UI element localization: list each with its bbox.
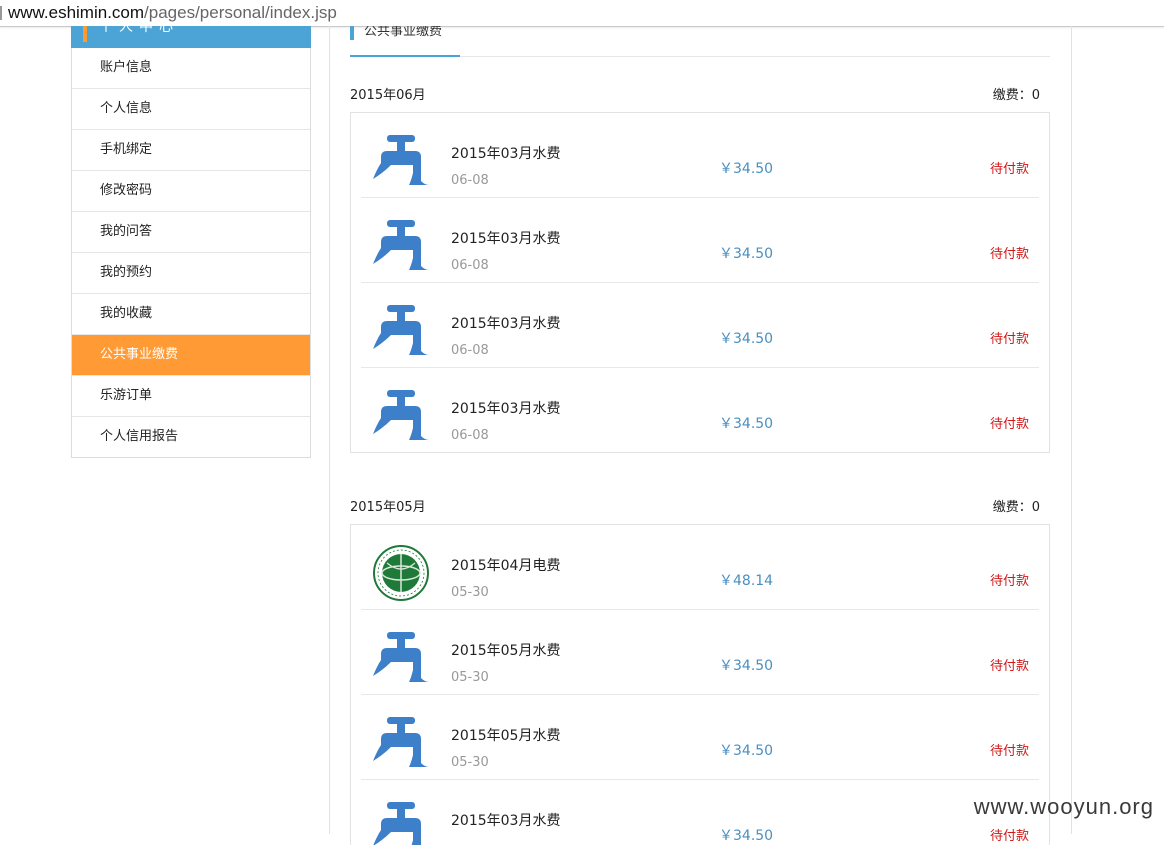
bill-row[interactable]: 2015年05月水费 05-30 ￥34.50 待付款: [361, 695, 1039, 780]
sidebar-item-my-qa[interactable]: 我的问答: [72, 211, 310, 252]
tab-utility-payment[interactable]: 公共事业缴费: [350, 26, 460, 57]
bill-amount: ￥34.50: [719, 331, 774, 347]
sidebar: 个人中心 账户信息 个人信息 手机绑定 修改密码 我的问答 我的预约 我的收藏 …: [71, 26, 311, 458]
bill-title: 2015年05月水费: [451, 643, 561, 659]
bill-status-pending[interactable]: 待付款: [990, 740, 1029, 759]
watermark: www.wooyun.org: [973, 794, 1154, 819]
sidebar-item-change-password[interactable]: 修改密码: [72, 170, 310, 211]
month-bill-list: 2015年04月电费 05-30 ￥48.14 待付款 2015年05月水费 0…: [350, 524, 1050, 845]
month-header: 2015年06月 缴费：0: [350, 84, 1040, 104]
bill-amount: ￥34.50: [719, 416, 774, 432]
water-tap-icon: [373, 390, 429, 440]
sidebar-item-utility-payment[interactable]: 公共事业缴费: [72, 334, 310, 375]
bill-date: 05-30: [451, 585, 489, 600]
bill-title: 2015年03月水费: [451, 316, 561, 332]
bill-status-pending[interactable]: 待付款: [990, 328, 1029, 347]
water-tap-icon: [373, 802, 421, 845]
sidebar-item-my-favorites[interactable]: 我的收藏: [72, 293, 310, 334]
sidebar-header-title: 个人中心: [99, 26, 179, 35]
tab-indicator: [350, 26, 354, 40]
bill-row[interactable]: 2015年03月水费 ￥34.50 待付款: [361, 780, 1039, 845]
sidebar-header: 个人中心: [71, 26, 311, 48]
bill-date: 06-08: [451, 173, 489, 188]
sidebar-item-my-appointments[interactable]: 我的预约: [72, 252, 310, 293]
month-payment-count: 缴费：0: [992, 88, 1040, 103]
browser-url-bar[interactable]: www.eshimin.com/pages/personal/index.jsp: [0, 0, 1164, 27]
main-panel: 公共事业缴费 2015年06月 缴费：0 2015年03月水费 06-08 ￥3…: [329, 26, 1072, 845]
state-grid-logo-icon: [373, 545, 429, 601]
sidebar-item-account-info[interactable]: 账户信息: [72, 48, 310, 88]
bill-row[interactable]: 2015年03月水费 06-08 ￥34.50 待付款: [361, 283, 1039, 368]
month-label: 2015年06月: [350, 88, 426, 103]
bill-amount: ￥34.50: [719, 658, 774, 674]
water-tap-icon: [373, 305, 429, 355]
bill-date: 05-30: [451, 670, 489, 685]
sidebar-item-phone-binding[interactable]: 手机绑定: [72, 129, 310, 170]
water-tap-icon: [373, 135, 429, 185]
url-text[interactable]: www.eshimin.com/pages/personal/index.jsp: [8, 0, 337, 26]
bill-date: 06-08: [451, 258, 489, 273]
bill-date: 06-08: [451, 428, 489, 443]
bill-status-pending[interactable]: 待付款: [990, 570, 1029, 589]
bill-title: 2015年03月水费: [451, 401, 561, 417]
bill-amount: ￥48.14: [719, 573, 774, 589]
bill-row[interactable]: 2015年04月电费 05-30 ￥48.14 待付款: [361, 525, 1039, 610]
bill-title: 2015年04月电费: [451, 558, 561, 574]
month-payment-count: 缴费：0: [992, 500, 1040, 515]
bill-title: 2015年05月水费: [451, 728, 561, 744]
sidebar-menu: 账户信息 个人信息 手机绑定 修改密码 我的问答 我的预约 我的收藏 公共事业缴…: [71, 48, 311, 458]
month-header: 2015年05月 缴费：0: [350, 496, 1040, 516]
bill-row[interactable]: 2015年03月水费 06-08 ￥34.50 待付款: [361, 368, 1039, 452]
sidebar-item-credit-report[interactable]: 个人信用报告: [72, 416, 310, 457]
url-host: www.eshimin.com: [8, 3, 145, 22]
url-bar-edge: [0, 6, 2, 20]
url-path: /pages/personal/index.jsp: [144, 3, 337, 22]
bill-status-pending[interactable]: 待付款: [990, 158, 1029, 177]
bill-amount: ￥34.50: [719, 743, 774, 759]
bill-row[interactable]: 2015年03月水费 06-08 ￥34.50 待付款: [361, 113, 1039, 198]
water-tap-icon: [373, 717, 429, 767]
bill-date: 05-30: [451, 755, 489, 770]
month-label: 2015年05月: [350, 500, 426, 515]
water-tap-icon: [373, 632, 429, 682]
sidebar-item-travel-orders[interactable]: 乐游订单: [72, 375, 310, 416]
bill-amount: ￥34.50: [719, 246, 774, 262]
tab-label: 公共事业缴费: [364, 26, 443, 39]
bill-title: 2015年03月水费: [451, 146, 561, 162]
bill-date: 06-08: [451, 343, 489, 358]
sidebar-item-personal-info[interactable]: 个人信息: [72, 88, 310, 129]
sidebar-header-mark: [83, 26, 87, 42]
bill-row[interactable]: 2015年03月水费 06-08 ￥34.50 待付款: [361, 198, 1039, 283]
bill-amount: ￥34.50: [719, 161, 774, 177]
month-bill-list: 2015年03月水费 06-08 ￥34.50 待付款 2015年03月水费 0…: [350, 112, 1050, 453]
bill-row[interactable]: 2015年05月水费 05-30 ￥34.50 待付款: [361, 610, 1039, 695]
bill-status-pending[interactable]: 待付款: [990, 413, 1029, 432]
bill-status-pending[interactable]: 待付款: [990, 825, 1029, 844]
water-tap-icon: [373, 220, 429, 270]
bill-amount: ￥34.50: [719, 828, 774, 844]
bill-title: 2015年03月水费: [451, 231, 561, 247]
tab-bar: 公共事业缴费: [350, 26, 1050, 57]
bill-status-pending[interactable]: 待付款: [990, 243, 1029, 262]
bill-title: 2015年03月水费: [451, 813, 561, 829]
bill-status-pending[interactable]: 待付款: [990, 655, 1029, 674]
